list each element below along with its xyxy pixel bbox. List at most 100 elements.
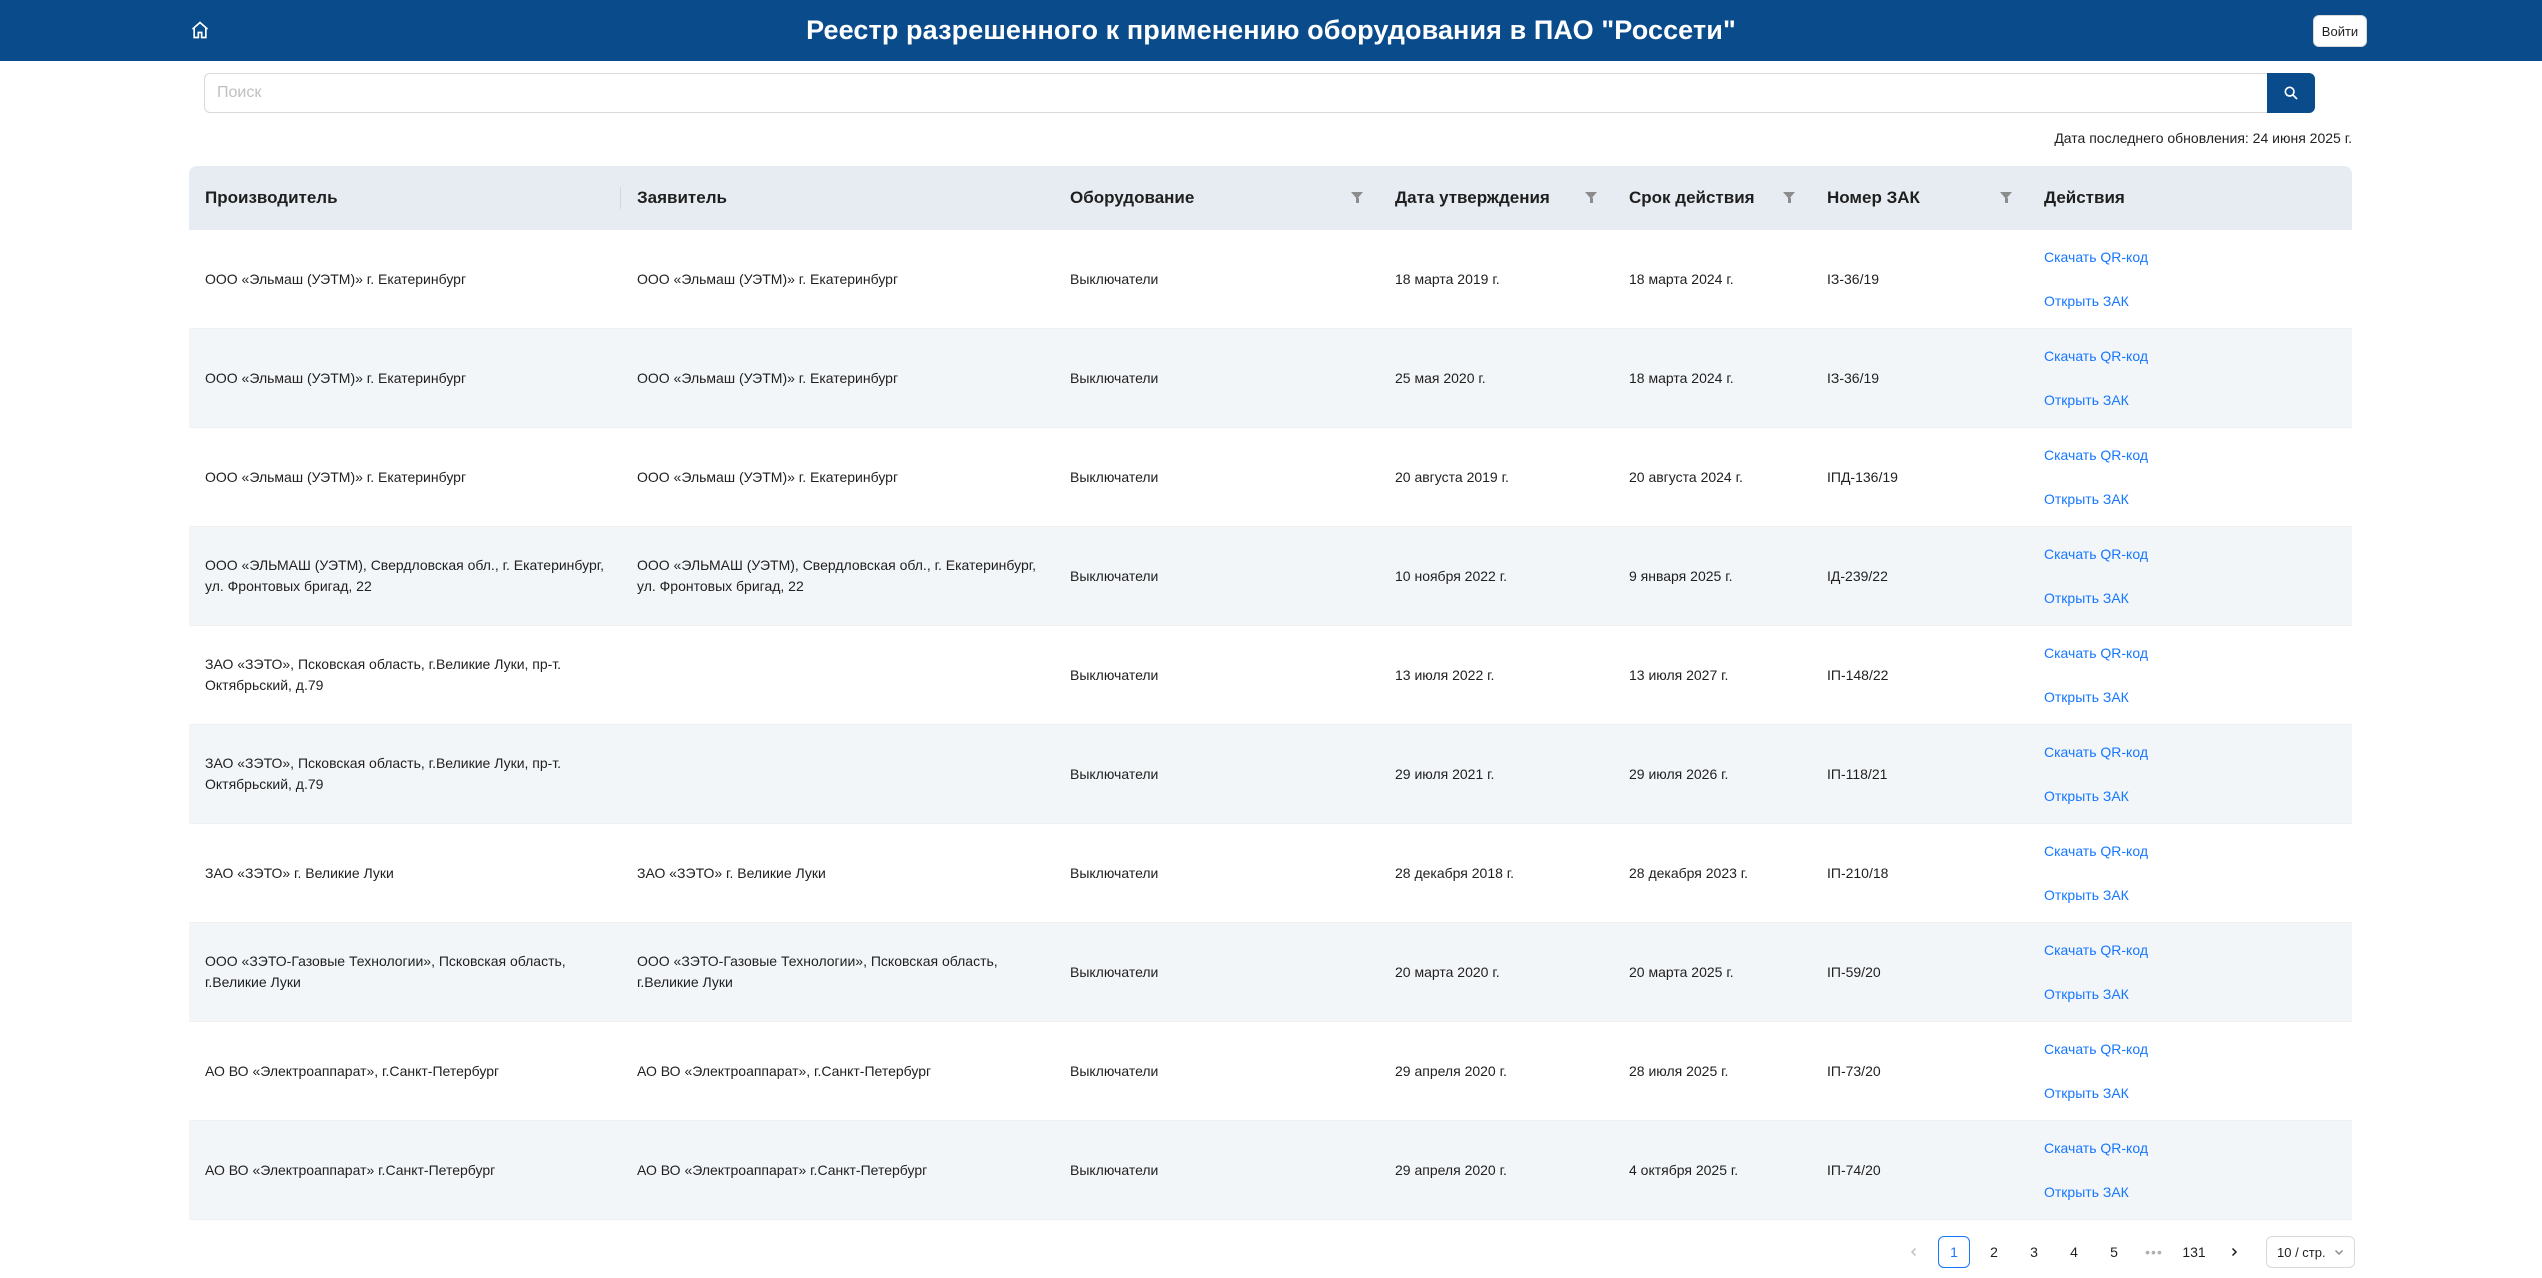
open-zak-link[interactable]: Открыть ЗАК <box>2044 489 2340 510</box>
cell-zak-number: IП-148/22 <box>1827 666 1889 683</box>
table-row: ООО «Эльмаш (УЭТМ)» г. Екатеринбург ООО «… <box>189 329 2352 428</box>
search-button[interactable] <box>2267 73 2315 113</box>
download-qr-link[interactable]: Скачать QR-код <box>2044 247 2340 268</box>
page-size-value: 10 / стр. <box>2277 1244 2326 1260</box>
cell-actions: Скачать QR-код Открыть ЗАК <box>2028 346 2352 411</box>
page-button[interactable]: 3 <box>2018 1236 2050 1268</box>
cell-actions: Скачать QR-код Открыть ЗАК <box>2028 940 2352 1005</box>
cell-actions: Скачать QR-код Открыть ЗАК <box>2028 742 2352 807</box>
page-size-select[interactable]: 10 / стр. <box>2266 1236 2355 1268</box>
cell-zak-number: IЗ-36/19 <box>1827 369 1880 386</box>
last-update-date: Дата последнего обновления: 24 июня 2025… <box>2054 130 2352 146</box>
cell-zak-number: IП-59/20 <box>1827 963 1881 980</box>
home-button[interactable] <box>186 16 214 44</box>
cell-approval-date: 20 августа 2019 г. <box>1395 468 1509 485</box>
open-zak-link[interactable]: Открыть ЗАК <box>2044 1083 2340 1104</box>
column-header-applicant: Заявитель <box>637 188 727 207</box>
cell-manufacturer: ЗАО «ЗЭТО», Псковская область, г.Великие… <box>205 656 562 693</box>
download-qr-link[interactable]: Скачать QR-код <box>2044 445 2340 466</box>
cell-validity: 20 марта 2025 г. <box>1629 963 1734 980</box>
download-qr-link[interactable]: Скачать QR-код <box>2044 643 2340 664</box>
filter-icon[interactable] <box>2000 192 2012 203</box>
actions-group: Скачать QR-код Открыть ЗАК <box>2044 247 2340 312</box>
table-row: ЗАО «ЗЭТО» г. Великие Луки ЗАО «ЗЭТО» г. … <box>189 824 2352 923</box>
prev-page-button[interactable] <box>1898 1236 1930 1268</box>
download-qr-link[interactable]: Скачать QR-код <box>2044 742 2340 763</box>
cell-equipment: Выключатели <box>1070 369 1159 386</box>
table-row: ООО «Эльмаш (УЭТМ)» г. Екатеринбург ООО «… <box>189 230 2352 329</box>
cell-equipment: Выключатели <box>1070 666 1159 683</box>
cell-applicant: АО ВО «Электроаппарат», г.Санкт-Петербур… <box>637 1062 932 1079</box>
cell-manufacturer: ООО «ЭЛЬМАШ (УЭТМ), Свердловская обл., г… <box>205 557 605 594</box>
filter-icon[interactable] <box>1585 192 1597 203</box>
cell-applicant: ООО «ЭЛЬМАШ (УЭТМ), Свердловская обл., г… <box>637 557 1037 594</box>
filter-icon[interactable] <box>1783 192 1795 203</box>
actions-group: Скачать QR-код Открыть ЗАК <box>2044 1138 2340 1203</box>
cell-applicant: ООО «Эльмаш (УЭТМ)» г. Екатеринбург <box>637 369 899 386</box>
table-row: ЗАО «ЗЭТО», Псковская область, г.Великие… <box>189 626 2352 725</box>
download-qr-link[interactable]: Скачать QR-код <box>2044 940 2340 961</box>
actions-group: Скачать QR-код Открыть ЗАК <box>2044 445 2340 510</box>
table-row: ООО «Эльмаш (УЭТМ)» г. Екатеринбург ООО «… <box>189 428 2352 527</box>
chevron-right-icon <box>2231 1247 2238 1257</box>
cell-zak-number: IП-118/21 <box>1827 765 1888 782</box>
table-row: ЗАО «ЗЭТО», Псковская область, г.Великие… <box>189 725 2352 824</box>
cell-manufacturer: ООО «ЗЭТО-Газовые Технологии», Псковская… <box>205 953 566 990</box>
cell-approval-date: 25 мая 2020 г. <box>1395 369 1486 386</box>
cell-approval-date: 10 ноября 2022 г. <box>1395 567 1507 584</box>
next-page-button[interactable] <box>2218 1236 2250 1268</box>
cell-validity: 4 октября 2025 г. <box>1629 1161 1739 1178</box>
registry-table: Производитель Заявитель Оборудование Дат… <box>189 166 2352 1220</box>
page-ellipsis[interactable]: ••• <box>2138 1236 2170 1268</box>
open-zak-link[interactable]: Открыть ЗАК <box>2044 885 2340 906</box>
table-row: ООО «ЗЭТО-Газовые Технологии», Псковская… <box>189 923 2352 1022</box>
home-icon <box>191 21 209 39</box>
download-qr-link[interactable]: Скачать QR-код <box>2044 544 2340 565</box>
cell-validity: 9 января 2025 г. <box>1629 567 1733 584</box>
page-button-last[interactable]: 131 <box>2178 1236 2210 1268</box>
open-zak-link[interactable]: Открыть ЗАК <box>2044 291 2340 312</box>
cell-equipment: Выключатели <box>1070 963 1159 980</box>
filter-icon[interactable] <box>1351 192 1363 203</box>
column-header-approval-date: Дата утверждения <box>1379 166 1613 230</box>
open-zak-link[interactable]: Открыть ЗАК <box>2044 1182 2340 1203</box>
login-button[interactable]: Войти <box>2313 15 2367 47</box>
app-header: Реестр разрешенного к применению оборудо… <box>0 0 2542 61</box>
column-header-validity: Срок действия <box>1613 166 1811 230</box>
actions-group: Скачать QR-код Открыть ЗАК <box>2044 841 2340 906</box>
actions-group: Скачать QR-код Открыть ЗАК <box>2044 643 2340 708</box>
cell-zak-number: IП-210/18 <box>1827 864 1889 881</box>
cell-applicant: ООО «Эльмаш (УЭТМ)» г. Екатеринбург <box>637 270 899 287</box>
download-qr-link[interactable]: Скачать QR-код <box>2044 841 2340 862</box>
page-button[interactable]: 1 <box>1938 1236 1970 1268</box>
chevron-left-icon <box>1910 1247 1917 1257</box>
cell-manufacturer: АО ВО «Электроаппарат» г.Санкт-Петербург <box>205 1161 496 1178</box>
cell-equipment: Выключатели <box>1070 765 1159 782</box>
chevron-down-icon <box>2334 1249 2343 1256</box>
page-button[interactable]: 4 <box>2058 1236 2090 1268</box>
column-header-actions: Действия <box>2044 188 2125 207</box>
download-qr-link[interactable]: Скачать QR-код <box>2044 1138 2340 1159</box>
download-qr-link[interactable]: Скачать QR-код <box>2044 1039 2340 1060</box>
open-zak-link[interactable]: Открыть ЗАК <box>2044 984 2340 1005</box>
page-button[interactable]: 5 <box>2098 1236 2130 1268</box>
cell-validity: 18 марта 2024 г. <box>1629 369 1734 386</box>
cell-equipment: Выключатели <box>1070 567 1159 584</box>
cell-equipment: Выключатели <box>1070 468 1159 485</box>
cell-manufacturer: ЗАО «ЗЭТО», Псковская область, г.Великие… <box>205 755 562 792</box>
search-bar <box>204 73 2315 113</box>
open-zak-link[interactable]: Открыть ЗАК <box>2044 687 2340 708</box>
cell-manufacturer: АО ВО «Электроаппарат», г.Санкт-Петербур… <box>205 1062 500 1079</box>
actions-group: Скачать QR-код Открыть ЗАК <box>2044 742 2340 807</box>
open-zak-link[interactable]: Открыть ЗАК <box>2044 390 2340 411</box>
download-qr-link[interactable]: Скачать QR-код <box>2044 346 2340 367</box>
cell-approval-date: 28 декабря 2018 г. <box>1395 864 1515 881</box>
column-header-zak-number: Номер ЗАК <box>1811 166 2028 230</box>
open-zak-link[interactable]: Открыть ЗАК <box>2044 588 2340 609</box>
cell-zak-number: IП-73/20 <box>1827 1062 1881 1079</box>
cell-manufacturer: ООО «Эльмаш (УЭТМ)» г. Екатеринбург <box>205 270 467 287</box>
page-button[interactable]: 2 <box>1978 1236 2010 1268</box>
open-zak-link[interactable]: Открыть ЗАК <box>2044 786 2340 807</box>
search-input[interactable] <box>204 73 2267 113</box>
cell-validity: 28 декабря 2023 г. <box>1629 864 1749 881</box>
